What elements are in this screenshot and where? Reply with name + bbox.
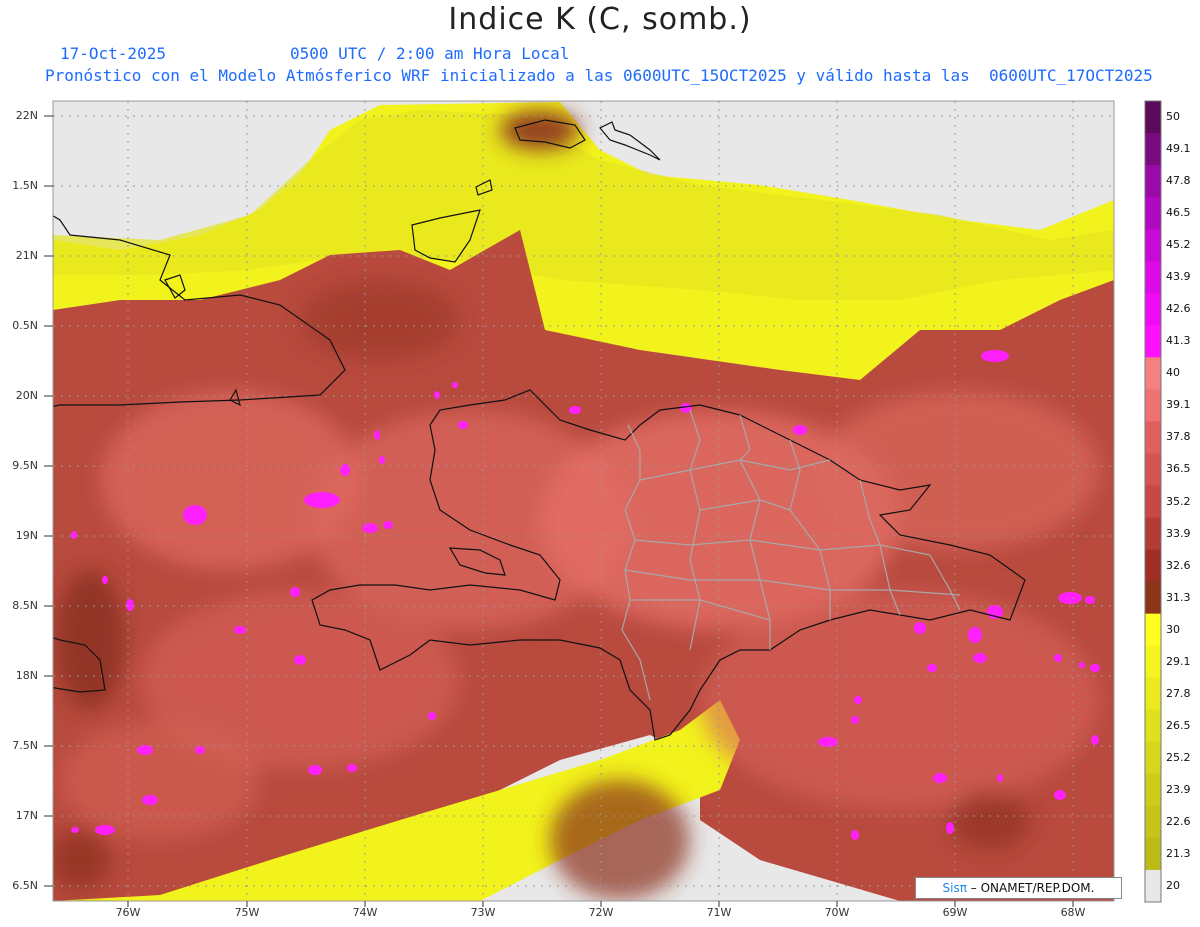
- lat-label: 18N: [15, 669, 38, 682]
- colorbar-label: 27.8: [1166, 686, 1191, 700]
- colorbar-swatch: [1145, 709, 1161, 743]
- map-area: 22N 1.5N 21N 0.5N 20N 9.5N 19N 8.5N 18N …: [0, 0, 1200, 927]
- lon-label: 76W: [115, 906, 141, 919]
- colorbar-label: 43.9: [1166, 270, 1191, 284]
- lat-label: 7.5N: [12, 739, 38, 752]
- colorbar-label: 42.6: [1166, 302, 1191, 316]
- colorbar-swatch: [1145, 645, 1161, 679]
- colorbar-swatch: [1145, 805, 1161, 839]
- lat-label: 8.5N: [12, 599, 38, 612]
- colorbar-swatch: [1145, 197, 1161, 230]
- colorbar-label: 30: [1166, 622, 1180, 636]
- colorbar: [1144, 100, 1162, 903]
- colorbar-swatch: [1145, 165, 1161, 198]
- colorbar-swatch: [1145, 485, 1161, 519]
- colorbar-swatch: [1145, 613, 1161, 647]
- lat-label: 9.5N: [12, 459, 38, 472]
- colorbar-swatch: [1145, 389, 1161, 422]
- lat-label: 1.5N: [12, 179, 38, 192]
- colorbar-swatch: [1145, 869, 1161, 903]
- lat-label: 6.5N: [12, 879, 38, 892]
- colorbar-label: 29.1: [1166, 654, 1191, 668]
- credit-text: – ONAMET/REP.DOM.: [966, 881, 1095, 895]
- k-index-map: [44, 100, 1162, 907]
- colorbar-swatch: [1145, 325, 1161, 358]
- field-layer: [53, 101, 1114, 901]
- lon-label: 73W: [470, 906, 496, 919]
- lat-label: 17N: [15, 809, 38, 822]
- colorbar-label: 26.5: [1166, 718, 1191, 732]
- colorbar-label: 23.9: [1166, 782, 1191, 796]
- colorbar-label: 45.2: [1166, 238, 1191, 252]
- colorbar-swatch: [1145, 101, 1161, 134]
- lon-label: 68W: [1060, 906, 1086, 919]
- lat-label: 20N: [15, 389, 38, 402]
- colorbar-label: 46.5: [1166, 206, 1191, 220]
- colorbar-swatch: [1145, 453, 1161, 486]
- lon-label: 69W: [942, 906, 968, 919]
- colorbar-label: 31.3: [1166, 590, 1191, 604]
- colorbar-label: 41.3: [1166, 334, 1191, 348]
- lat-label: 19N: [15, 529, 38, 542]
- colorbar-label: 37.8: [1166, 430, 1191, 444]
- colorbar-label: 40: [1166, 366, 1180, 380]
- sispi-logo: Sisπ: [942, 881, 967, 895]
- colorbar-swatch: [1145, 357, 1161, 390]
- colorbar-swatch: [1145, 229, 1161, 262]
- colorbar-swatch: [1145, 773, 1161, 807]
- colorbar-label: 47.8: [1166, 174, 1191, 188]
- colorbar-swatch: [1145, 293, 1161, 326]
- colorbar-label: 35.2: [1166, 494, 1191, 508]
- colorbar-swatch: [1145, 581, 1161, 615]
- colorbar-label: 21.3: [1166, 846, 1191, 860]
- lat-label: 22N: [15, 109, 38, 122]
- colorbar-label: 20: [1166, 878, 1180, 892]
- colorbar-swatch: [1145, 837, 1161, 871]
- colorbar-label: 32.6: [1166, 558, 1191, 572]
- colorbar-label: 22.6: [1166, 814, 1191, 828]
- lon-label: 75W: [234, 906, 260, 919]
- lat-label: 21N: [15, 249, 38, 262]
- colorbar-swatch: [1145, 421, 1161, 454]
- lat-label: 0.5N: [12, 319, 38, 332]
- lon-label: 72W: [588, 906, 614, 919]
- colorbar-label: 49.1: [1166, 142, 1191, 156]
- lon-label: 70W: [824, 906, 850, 919]
- colorbar-label: 39.1: [1166, 398, 1191, 412]
- colorbar-label: 36.5: [1166, 462, 1191, 476]
- colorbar-swatch: [1145, 133, 1161, 166]
- colorbar-label: 25.2: [1166, 750, 1191, 764]
- colorbar-swatch: [1145, 261, 1161, 294]
- colorbar-label: 50: [1166, 110, 1180, 124]
- lon-label: 71W: [706, 906, 732, 919]
- colorbar-swatch: [1145, 677, 1161, 711]
- colorbar-label: 33.9: [1166, 526, 1191, 540]
- colorbar-swatch: [1145, 549, 1161, 583]
- lon-label: 74W: [352, 906, 378, 919]
- credit-box: Sisπ – ONAMET/REP.DOM.: [915, 877, 1122, 899]
- colorbar-swatch: [1145, 741, 1161, 775]
- colorbar-swatch: [1145, 517, 1161, 551]
